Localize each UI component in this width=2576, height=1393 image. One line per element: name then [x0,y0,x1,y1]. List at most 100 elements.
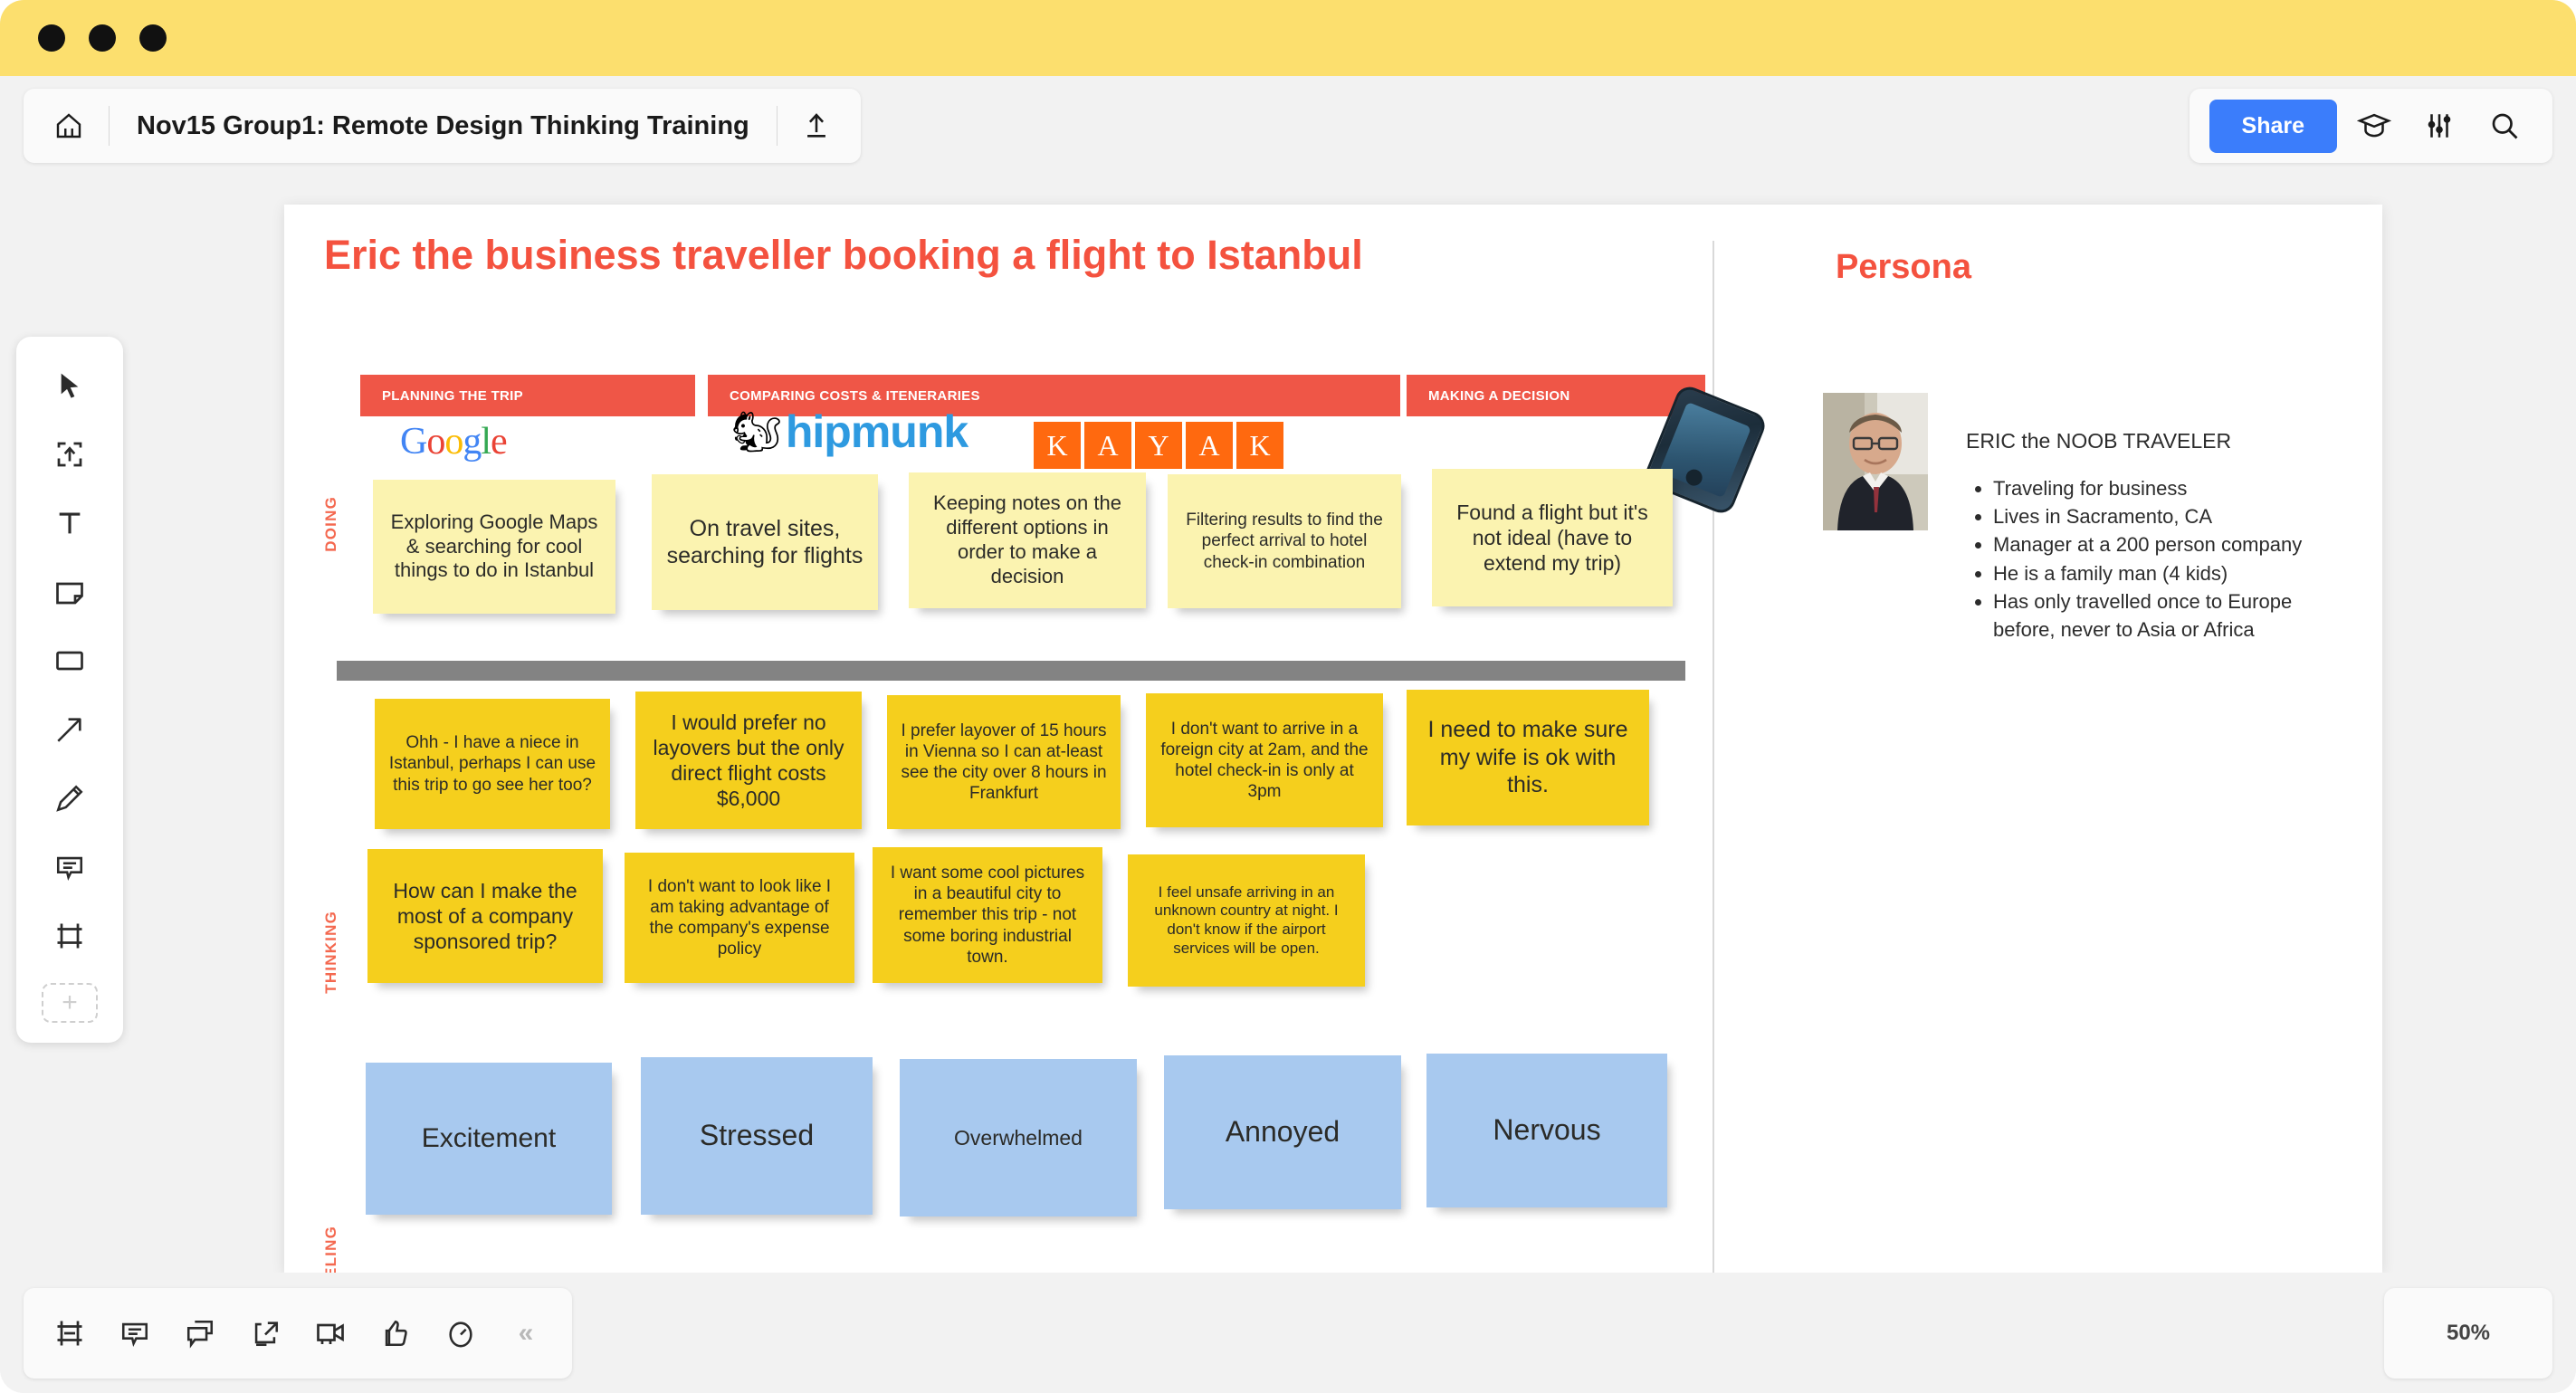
app-window: Nov15 Group1: Remote Design Thinking Tra… [0,0,2576,1393]
row-label-doing: DOING [322,496,339,552]
arrow-tool[interactable] [37,704,102,755]
phase-label: COMPARING COSTS & ITENERARIES [730,387,980,404]
kayak-logo: K A Y A K [1034,422,1283,469]
sticky-note-thinking-5[interactable]: I need to make sure my wife is ok with t… [1407,690,1649,825]
sticky-note-doing-1[interactable]: Exploring Google Maps & searching for co… [373,480,615,614]
comments-button[interactable] [105,1303,165,1363]
kayak-letter-k1: K [1034,422,1081,469]
phase-bar-planning[interactable]: PLANNING THE TRIP [360,375,695,416]
search-button[interactable] [2476,98,2533,154]
sticky-note-thinking-8[interactable]: I want some cool pictures in a beautiful… [873,847,1102,983]
sticky-note-thinking-2[interactable]: I would prefer no layovers but the only … [635,692,862,829]
add-tool-button[interactable]: + [42,983,98,1023]
row-label-thinking: THINKING [322,911,339,994]
sticky-note-feeling-2[interactable]: Stressed [641,1057,873,1215]
hipmunk-wordmark: hipmunk [785,406,968,457]
app-header: Nov15 Group1: Remote Design Thinking Tra… [0,76,2576,176]
chat-icon [185,1318,215,1349]
window-maximize-dot[interactable] [139,24,167,52]
persona-avatar [1823,393,1928,530]
sticky-note-thinking-1[interactable]: Ohh - I have a niece in Istanbul, perhap… [375,699,610,829]
board-title[interactable]: Nov15 Group1: Remote Design Thinking Tra… [110,111,777,141]
pen-icon [54,783,85,814]
sticky-note-feeling-4[interactable]: Annoyed [1164,1055,1401,1209]
persona-bullet: Manager at a 200 person company [1993,530,2346,558]
bottom-toolbar-group: « [24,1287,572,1379]
sticky-note-doing-2[interactable]: On travel sites, searching for flights [652,474,878,610]
shape-tool[interactable] [37,635,102,686]
sticky-note-thinking-7[interactable]: I don't want to look like I am taking ad… [625,853,854,983]
sticky-tool[interactable] [37,567,102,617]
arrow-icon [54,714,85,745]
reactions-button[interactable] [366,1303,425,1363]
sticky-note-feeling-1[interactable]: Excitement [366,1063,612,1215]
chipmunk-icon: 🐿 [731,410,782,454]
persona-bullets: Traveling for business Lives in Sacramen… [1966,474,2346,644]
comment-icon [54,852,85,883]
timer-button[interactable] [431,1303,491,1363]
frames-icon [53,1317,86,1350]
persona-bullet: Traveling for business [1993,474,2346,502]
window-titlebar [0,0,2576,76]
comment-icon [119,1318,150,1349]
export-icon [250,1318,281,1349]
sticky-note-thinking-9[interactable]: I feel unsafe arriving in an unknown cou… [1128,854,1365,987]
bottom-toolbar: « 50% [0,1273,2576,1393]
persona-bullet: Lives in Sacramento, CA [1993,502,2346,530]
persona-title: Persona [1836,248,1971,286]
sticky-note-feeling-3[interactable]: Overwhelmed [900,1059,1137,1216]
frames-panel-button[interactable] [40,1303,100,1363]
frame-tool[interactable] [37,911,102,961]
kayak-letter-y: Y [1135,422,1182,469]
kayak-letter-a2: A [1186,422,1233,469]
persona-bullet: He is a family man (4 kids) [1993,559,2346,587]
sticky-note-doing-3[interactable]: Keeping notes on the different options i… [909,472,1146,608]
rectangle-icon [53,644,86,677]
sticky-note-feeling-5[interactable]: Nervous [1426,1054,1667,1207]
sticky-note-thinking-3[interactable]: I prefer layover of 15 hours in Vienna s… [887,695,1121,829]
chat-button[interactable] [170,1303,230,1363]
sliders-icon [2424,110,2455,141]
search-icon [2488,110,2521,142]
export-button[interactable] [235,1303,295,1363]
select-tool[interactable] [37,360,102,411]
window-close-dot[interactable] [38,24,65,52]
sticky-note-doing-4[interactable]: Filtering results to find the perfect ar… [1168,474,1401,608]
zoom-level-indicator[interactable]: 50% [2384,1287,2552,1379]
board-canvas[interactable]: Eric the business traveller booking a fl… [284,205,2382,1300]
window-minimize-dot[interactable] [89,24,116,52]
board-heading: Eric the business traveller booking a fl… [324,232,1363,278]
left-toolbar: + [16,337,123,1043]
google-logo: Google [400,421,508,463]
frame-icon [53,920,86,952]
share-button[interactable]: Share [2209,99,2337,153]
sticky-note-icon [53,576,86,608]
thumbs-up-icon [380,1318,411,1349]
upload-button[interactable] [778,89,855,163]
hipmunk-logo: 🐿 hipmunk [731,405,968,458]
cursor-icon [55,371,84,400]
upload-icon [801,110,832,141]
persona-portrait-icon [1823,393,1928,530]
collapse-toolbar-button[interactable]: « [496,1303,556,1363]
persona-name: ERIC the NOOB TRAVELER [1966,429,2232,453]
video-icon [314,1317,347,1350]
phase-label: MAKING A DECISION [1428,387,1570,404]
text-icon [54,508,85,539]
home-button[interactable] [29,89,109,163]
sticky-note-thinking-4[interactable]: I don't want to arrive in a foreign city… [1146,693,1383,827]
phase-label: PLANNING THE TRIP [382,387,523,404]
upload-tool[interactable] [37,429,102,480]
settings-button[interactable] [2411,98,2467,154]
video-chat-button[interactable] [301,1303,360,1363]
comment-tool[interactable] [37,842,102,892]
learning-center-button[interactable] [2346,98,2402,154]
home-icon [52,110,85,142]
kayak-letter-a1: A [1084,422,1131,469]
sticky-note-thinking-6[interactable]: How can I make the most of a company spo… [367,849,603,983]
pen-tool[interactable] [37,773,102,824]
timer-icon [445,1318,476,1349]
text-tool[interactable] [37,498,102,549]
sticky-note-doing-5[interactable]: Found a flight but it's not ideal (have … [1432,469,1673,606]
kayak-letter-k2: K [1236,422,1283,469]
